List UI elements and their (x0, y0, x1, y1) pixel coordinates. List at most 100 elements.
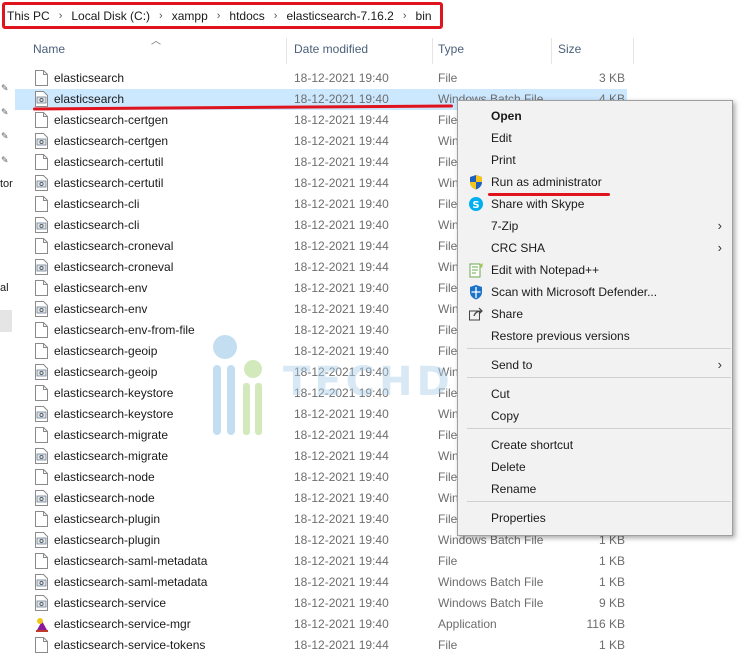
breadcrumb-bin[interactable]: bin (416, 9, 432, 23)
menu-item-properties[interactable]: Properties (458, 507, 732, 529)
file-name[interactable]: elasticsearch-certgen (54, 131, 294, 152)
file-name[interactable]: elasticsearch-service-mgr (54, 614, 294, 635)
file-name[interactable]: elasticsearch-saml-metadata (54, 551, 294, 572)
file-date-modified: 18-12-2021 19:44 (294, 134, 389, 148)
file-name[interactable]: elasticsearch (54, 68, 294, 89)
file-name[interactable]: elasticsearch-service (54, 593, 294, 614)
chevron-right-icon[interactable]: › (403, 10, 407, 22)
batch-file-icon (35, 574, 48, 590)
file-name[interactable]: elasticsearch-croneval (54, 257, 294, 278)
file-name[interactable]: elasticsearch-cli (54, 215, 294, 236)
file-date-modified: 18-12-2021 19:44 (294, 638, 389, 652)
file-type: File (438, 71, 458, 85)
file-name[interactable]: elasticsearch-keystore (54, 383, 294, 404)
file-name[interactable]: elasticsearch-keystore (54, 404, 294, 425)
column-divider[interactable] (633, 38, 634, 64)
menu-item-edit-with-notepad[interactable]: Edit with Notepad++ (458, 259, 732, 281)
file-name[interactable]: elasticsearch-certgen (54, 110, 294, 131)
table-row[interactable]: elasticsearch-saml-metadata 18-12-2021 19… (15, 572, 627, 593)
file-date-modified: 18-12-2021 19:40 (294, 71, 389, 85)
column-header-date[interactable]: Date modified (290, 36, 368, 62)
menu-item-send-to[interactable]: Send to › (458, 354, 732, 376)
file-date-modified: 18-12-2021 19:44 (294, 155, 389, 169)
file-name[interactable]: elasticsearch-plugin (54, 509, 294, 530)
menu-item-restore-previous-versions[interactable]: Restore previous versions (458, 325, 732, 347)
table-row[interactable]: elasticsearch-service 18-12-2021 19:40 Win… (15, 593, 627, 614)
file-name[interactable]: elasticsearch-certutil (54, 152, 294, 173)
menu-item-rename[interactable]: Rename (458, 478, 732, 500)
file-name[interactable]: elasticsearch-geoip (54, 362, 294, 383)
file-name[interactable]: elasticsearch-env-from-file (54, 320, 294, 341)
file-name[interactable]: elasticsearch-service-tokens (54, 635, 294, 656)
file-name[interactable]: elasticsearch-env (54, 278, 294, 299)
breadcrumb-local-disk[interactable]: Local Disk (C:) (71, 9, 150, 23)
file-date-modified: 18-12-2021 19:44 (294, 113, 389, 127)
file-date-modified: 18-12-2021 19:40 (294, 512, 389, 526)
menu-separator (467, 428, 731, 429)
file-icon (35, 427, 48, 443)
nav-item-label[interactable]: tor (0, 178, 13, 190)
menu-item-delete[interactable]: Delete (458, 456, 732, 478)
breadcrumb-this-pc[interactable]: This PC (7, 9, 50, 23)
batch-file-icon (35, 364, 48, 380)
menu-separator (467, 377, 731, 378)
menu-item-label: Print (491, 153, 516, 167)
annotation-underline (488, 193, 610, 196)
breadcrumb-elasticsearch[interactable]: elasticsearch-7.16.2 (286, 9, 393, 23)
table-row[interactable]: elasticsearch-saml-metadata 18-12-2021 19… (15, 551, 627, 572)
chevron-right-icon[interactable]: › (217, 10, 221, 22)
menu-item-create-shortcut[interactable]: Create shortcut (458, 434, 732, 456)
file-name[interactable]: elasticsearch-certutil (54, 173, 294, 194)
menu-item-run-as-administrator[interactable]: Run as administrator (458, 171, 732, 193)
table-row[interactable]: elasticsearch 18-12-2021 19:40 File 3 KB (15, 68, 627, 89)
file-name[interactable]: elasticsearch-croneval (54, 236, 294, 257)
chevron-right-icon: › (717, 218, 722, 233)
table-row[interactable]: elasticsearch-service-mgr 18-12-2021 19:4… (15, 614, 627, 635)
file-name[interactable]: elasticsearch-geoip (54, 341, 294, 362)
navigation-pane[interactable]: ✎ ✎ ✎ ✎ tor al (0, 32, 14, 667)
file-date-modified: 18-12-2021 19:40 (294, 407, 389, 421)
column-divider[interactable] (432, 38, 433, 64)
menu-item-label: Edit with Notepad++ (491, 263, 600, 277)
file-type: Application (438, 617, 497, 631)
menu-separator (467, 348, 731, 349)
breadcrumb: This PC › Local Disk (C:) › xampp › htdo… (2, 2, 443, 29)
column-header-size[interactable]: Size (554, 36, 581, 62)
file-name[interactable]: elasticsearch-plugin (54, 530, 294, 551)
address-bar[interactable]: This PC › Local Disk (C:) › xampp › htdo… (0, 0, 753, 32)
breadcrumb-htdocs[interactable]: htdocs (229, 9, 264, 23)
menu-item-scan-with-microsoft-defender[interactable]: Scan with Microsoft Defender... (458, 281, 732, 303)
menu-item-cut[interactable]: Cut (458, 383, 732, 405)
menu-item-open[interactable]: Open (458, 105, 732, 127)
chevron-right-icon[interactable]: › (274, 10, 278, 22)
pin-icon: ✎ (1, 155, 9, 165)
nav-selected-item[interactable] (0, 310, 12, 332)
file-name[interactable]: elasticsearch-node (54, 467, 294, 488)
table-row[interactable]: elasticsearch-service-tokens 18-12-2021 1… (15, 635, 627, 656)
menu-item-label: Create shortcut (491, 438, 574, 452)
file-name[interactable]: elasticsearch-migrate (54, 425, 294, 446)
menu-item-copy[interactable]: Copy (458, 405, 732, 427)
file-date-modified: 18-12-2021 19:40 (294, 344, 389, 358)
file-name[interactable]: elasticsearch-cli (54, 194, 294, 215)
file-name[interactable]: elasticsearch-saml-metadata (54, 572, 294, 593)
column-divider[interactable] (551, 38, 552, 64)
chevron-right-icon[interactable]: › (159, 10, 163, 22)
menu-item-crc-sha[interactable]: CRC SHA › (458, 237, 732, 259)
menu-item-edit[interactable]: Edit (458, 127, 732, 149)
file-date-modified: 18-12-2021 19:40 (294, 218, 389, 232)
column-header-name[interactable]: Name (29, 36, 65, 62)
menu-item-7-zip[interactable]: 7-Zip › (458, 215, 732, 237)
file-name[interactable]: elasticsearch-migrate (54, 446, 294, 467)
menu-item-share-with-skype[interactable]: S Share with Skype (458, 193, 732, 215)
chevron-right-icon[interactable]: › (59, 10, 63, 22)
breadcrumb-xampp[interactable]: xampp (172, 9, 208, 23)
file-name[interactable]: elasticsearch-node (54, 488, 294, 509)
menu-item-print[interactable]: Print (458, 149, 732, 171)
column-divider[interactable] (286, 38, 287, 64)
file-name[interactable]: elasticsearch-env (54, 299, 294, 320)
nav-item-label[interactable]: al (0, 282, 9, 294)
menu-item-share[interactable]: Share (458, 303, 732, 325)
column-header-type[interactable]: Type (434, 36, 464, 62)
file-date-modified: 18-12-2021 19:40 (294, 323, 389, 337)
